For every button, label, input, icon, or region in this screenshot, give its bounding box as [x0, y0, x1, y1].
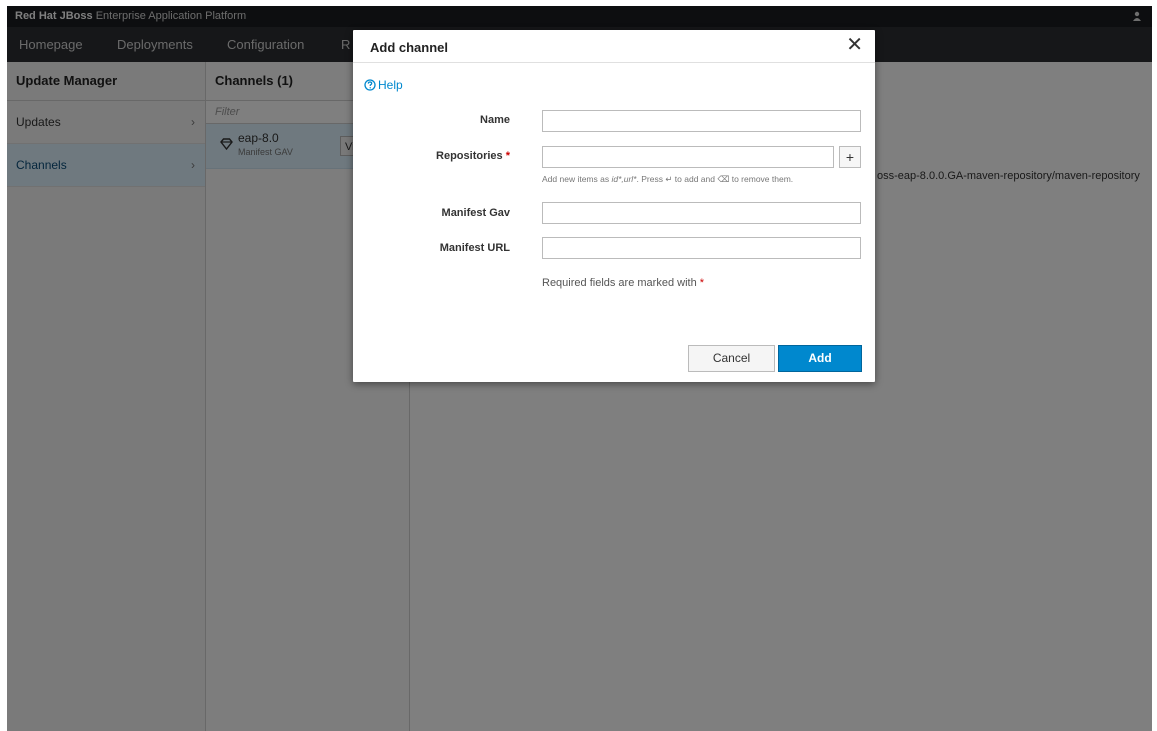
- name-input[interactable]: [542, 110, 861, 132]
- repositories-label: Repositories *: [436, 150, 510, 162]
- cancel-button[interactable]: Cancel: [688, 345, 775, 372]
- manifest-url-input[interactable]: [542, 237, 861, 259]
- add-channel-dialog: Add channel ✕ Help Name Repositories * +…: [353, 30, 875, 382]
- required-marker: *: [505, 150, 510, 162]
- question-circle-icon: [364, 79, 376, 94]
- repositories-input[interactable]: [542, 146, 834, 168]
- required-marker: *: [699, 277, 705, 289]
- add-repository-button[interactable]: +: [839, 146, 861, 168]
- backspace-key-icon: ⌫: [717, 174, 730, 184]
- required-fields-note: Required fields are marked with *: [542, 277, 705, 289]
- manifest-gav-label: Manifest Gav: [441, 207, 510, 219]
- dialog-header: Add channel ✕: [353, 30, 875, 63]
- help-label: Help: [378, 78, 403, 92]
- dialog-title: Add channel: [370, 40, 449, 55]
- manifest-url-label: Manifest URL: [439, 242, 510, 254]
- add-button[interactable]: Add: [778, 345, 862, 372]
- repositories-hint: Add new items as id*,url*. Press ↵ to ad…: [542, 174, 794, 184]
- close-icon[interactable]: ✕: [846, 34, 863, 56]
- help-link[interactable]: Help: [364, 78, 403, 94]
- name-label: Name: [480, 114, 510, 126]
- manifest-gav-input[interactable]: [542, 202, 861, 224]
